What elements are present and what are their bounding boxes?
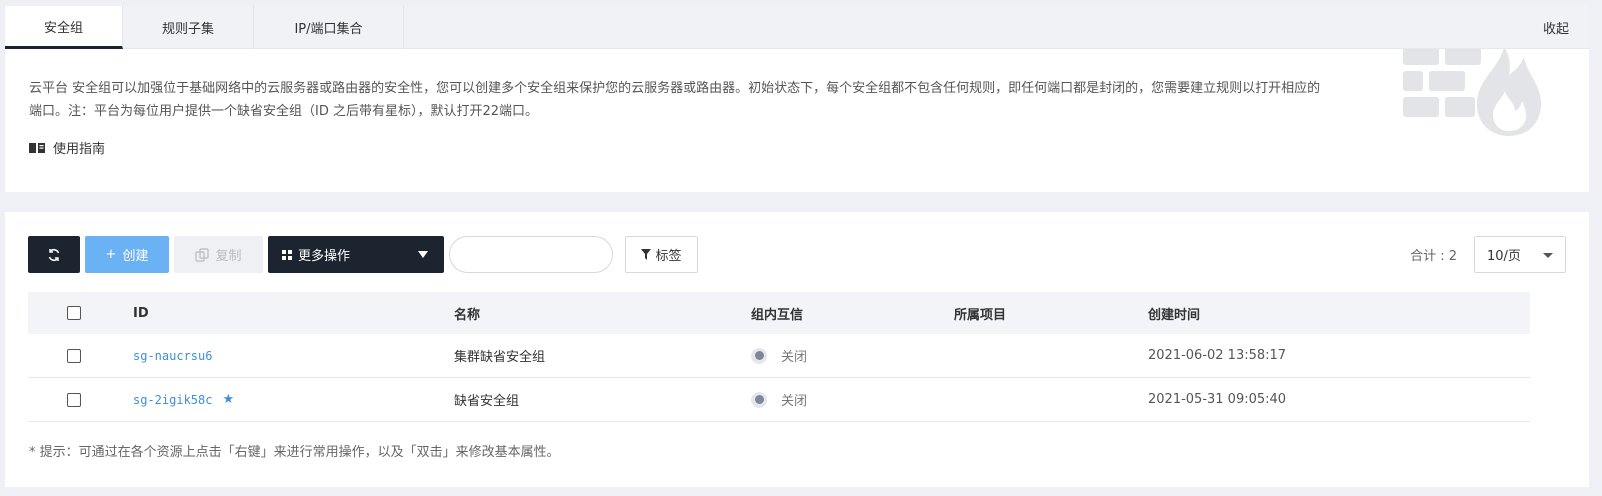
create-label: 创建: [122, 249, 149, 264]
status-dot-icon: [751, 347, 767, 364]
usage-hint: * 提示：可通过在各个资源上点击「右键」来进行常用操作，以及「双击」来修改基本属…: [29, 445, 560, 460]
main-panel: + 创建 复制 更多操作 标签 合计 : 2 10/页 ID 名称 组内互信 所…: [5, 212, 1589, 487]
filter-icon: [641, 249, 652, 260]
created-cell: 2021-05-31 09:05:40: [1148, 392, 1287, 407]
security-group-table: ID 名称 组内互信 所属项目 创建时间 sg-naucrsu6 集群缺省安全组…: [28, 292, 1530, 422]
name-cell: 集群缺省安全组: [454, 350, 546, 365]
grid-icon: [282, 249, 292, 260]
tab-security-groups[interactable]: 安全组: [5, 6, 123, 49]
id-cell: sg-2igik58c ★: [133, 378, 234, 421]
trust-status: 关闭: [781, 350, 808, 365]
trust-cell: 关闭: [751, 378, 807, 421]
star-icon: ★: [222, 392, 235, 407]
firewall-icon: [1403, 49, 1541, 136]
copy-label: 复制: [215, 249, 242, 264]
search-input[interactable]: [449, 236, 613, 273]
collapse-button[interactable]: 收起: [1543, 6, 1569, 49]
tab-bar: 安全组 规则子集 IP/端口集合 收起: [5, 6, 1589, 49]
create-button[interactable]: + 创建: [85, 236, 169, 273]
page-size-value: 10/页: [1487, 249, 1521, 264]
header-project[interactable]: 所属项目: [954, 292, 1006, 334]
status-dot-icon: [751, 391, 767, 408]
header-name[interactable]: 名称: [454, 292, 480, 334]
created-cell: 2021-06-02 13:58:17: [1148, 348, 1287, 363]
header-id[interactable]: ID: [133, 292, 149, 334]
row-checkbox[interactable]: [67, 392, 81, 407]
total-count: 合计 : 2: [1410, 249, 1457, 264]
guide-label: 使用指南: [53, 142, 106, 157]
copy-icon: [195, 247, 210, 262]
tag-filter-button[interactable]: 标签: [625, 236, 698, 273]
row-checkbox-cell: [67, 378, 81, 421]
tag-label: 标签: [655, 249, 682, 264]
id-link[interactable]: sg-2igik58c: [133, 393, 212, 407]
chevron-down-icon: [418, 251, 428, 258]
page-size-select[interactable]: 10/页: [1474, 236, 1566, 273]
header-created[interactable]: 创建时间: [1148, 292, 1200, 334]
toolbar: + 创建 复制 更多操作 标签 合计 : 2 10/页: [28, 236, 1566, 274]
refresh-icon: [48, 248, 60, 261]
tab-rule-subsets[interactable]: 规则子集: [123, 6, 254, 49]
chevron-down-icon: [1543, 253, 1553, 258]
id-link[interactable]: sg-naucrsu6: [133, 349, 212, 363]
table-row[interactable]: sg-naucrsu6 集群缺省安全组 关闭 2021-06-02 13:58:…: [28, 334, 1530, 378]
more-actions-label: 更多操作: [298, 249, 351, 264]
table-header: ID 名称 组内互信 所属项目 创建时间: [28, 292, 1530, 334]
id-cell: sg-naucrsu6: [133, 334, 212, 377]
row-checkbox-cell: [67, 334, 81, 377]
tab-ip-port-sets[interactable]: IP/端口集合: [254, 6, 404, 49]
refresh-button[interactable]: [28, 236, 80, 273]
book-icon: [29, 142, 45, 153]
trust-status: 关闭: [781, 394, 808, 409]
select-all-checkbox[interactable]: [67, 306, 81, 320]
plus-icon: +: [105, 247, 117, 262]
trust-cell: 关闭: [751, 334, 807, 377]
guide-link[interactable]: 使用指南: [29, 138, 105, 157]
row-checkbox[interactable]: [67, 348, 81, 363]
header-trust[interactable]: 组内互信: [751, 292, 803, 334]
header-checkbox-cell: [67, 292, 81, 334]
more-actions-dropdown[interactable]: 更多操作: [268, 236, 444, 273]
intro-panel: 云平台 安全组可以加强位于基础网络中的云服务器或路由器的安全性，您可以创建多个安…: [5, 49, 1589, 192]
intro-description: 云平台 安全组可以加强位于基础网络中的云服务器或路由器的安全性，您可以创建多个安…: [29, 81, 1321, 119]
name-cell: 缺省安全组: [454, 394, 520, 409]
copy-button[interactable]: 复制: [174, 236, 263, 273]
table-row[interactable]: sg-2igik58c ★ 缺省安全组 关闭 2021-05-31 09:05:…: [28, 378, 1530, 422]
